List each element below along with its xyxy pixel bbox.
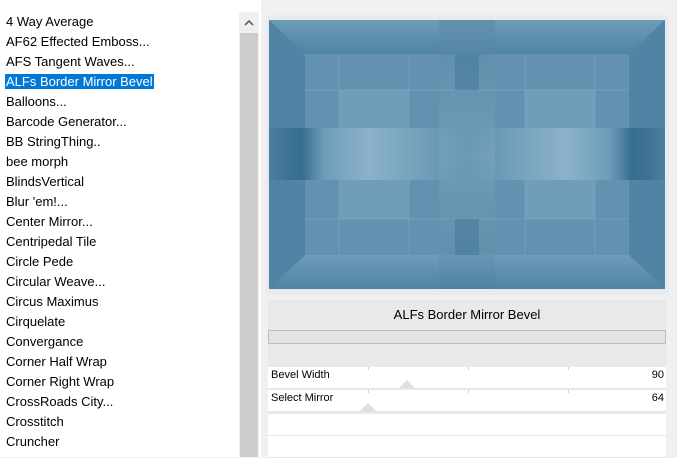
filter-list-item-label: bee morph <box>6 154 69 169</box>
filter-list-item[interactable]: Corner Right Wrap <box>0 372 238 392</box>
filter-list-item-label: Convergance <box>6 334 84 349</box>
filter-list-items: 4 Way Average AF62 Effected Emboss... AFS … <box>0 12 238 452</box>
filter-list-item-label: Crosstitch <box>6 414 64 429</box>
filter-list-item[interactable]: 4 Way Average <box>0 12 238 32</box>
slider-tick <box>468 367 469 370</box>
filter-list-item-label: BlindsVertical <box>6 174 85 189</box>
filter-list-item[interactable]: AF62 Effected Emboss... <box>0 32 238 52</box>
filter-list-item-label: Balloons... <box>6 94 67 109</box>
filter-list-item[interactable]: Convergance <box>0 332 238 352</box>
slider-track <box>268 411 666 412</box>
filter-list-item[interactable]: Circle Pede <box>0 252 238 272</box>
filter-settings-panel: ALFs Border Mirror Bevel Bevel Width 90 … <box>268 300 666 458</box>
list-scrollbar[interactable] <box>239 12 259 457</box>
filter-list-item[interactable]: Center Mirror... <box>0 212 238 232</box>
empty-row <box>268 436 666 458</box>
filter-list-item[interactable]: Corner Half Wrap <box>0 352 238 372</box>
filter-list-item-label: Circus Maximus <box>6 294 99 309</box>
filter-list-item[interactable]: BlindsVertical <box>0 172 238 192</box>
filter-list-item-label: Corner Right Wrap <box>6 374 115 389</box>
preview-frame <box>266 15 669 295</box>
filter-list-item[interactable]: AFS Tangent Waves... <box>0 52 238 72</box>
filter-list-item-label: Centripedal Tile <box>6 234 97 249</box>
filter-preview-image <box>269 20 665 289</box>
filter-list-item[interactable]: Barcode Generator... <box>0 112 238 132</box>
filter-list-item[interactable]: Balloons... <box>0 92 238 112</box>
empty-row <box>268 414 666 436</box>
slider-value: 64 <box>651 392 664 404</box>
filter-list-item[interactable]: Cirquelate <box>0 312 238 332</box>
filter-list-item[interactable]: bee morph <box>0 152 238 172</box>
filter-list-item[interactable]: Centripedal Tile <box>0 232 238 252</box>
slider-tick <box>368 390 369 393</box>
slider-label: Bevel Width <box>271 369 330 381</box>
slider-tick <box>468 390 469 393</box>
scroll-up-button[interactable] <box>239 12 259 32</box>
filter-list-item[interactable]: Circus Maximus <box>0 292 238 312</box>
filter-list-item-label: ALFs Border Mirror Bevel <box>5 74 154 89</box>
filter-title: ALFs Border Mirror Bevel <box>393 307 541 322</box>
slider-tick <box>368 367 369 370</box>
filter-list-item-label: CrossRoads City... <box>6 394 114 409</box>
filter-list-item-label: Blur 'em!... <box>6 194 68 209</box>
filter-list-item[interactable]: Cruncher <box>0 432 238 452</box>
filter-list-item[interactable]: BB StringThing.. <box>0 132 238 152</box>
filter-list-item[interactable]: CrossRoads City... <box>0 392 238 412</box>
scroll-thumb[interactable] <box>240 33 258 457</box>
slider-value: 90 <box>651 369 664 381</box>
filter-list-item-label: AFS Tangent Waves... <box>6 54 135 69</box>
select-mirror-slider[interactable]: Select Mirror 64 <box>268 390 666 412</box>
chevron-up-icon <box>244 19 254 26</box>
filter-list-item[interactable]: Crosstitch <box>0 412 238 432</box>
filter-list-item-label: Cruncher <box>6 434 60 449</box>
filter-list-item-label: AF62 Effected Emboss... <box>6 34 150 49</box>
filter-list-item-label: Cirquelate <box>6 314 66 329</box>
filter-list-item-label: Circle Pede <box>6 254 74 269</box>
filter-list-item-label: 4 Way Average <box>6 14 94 29</box>
slider-label: Select Mirror <box>271 392 334 404</box>
filter-list-item-label: Barcode Generator... <box>6 114 127 129</box>
slider-tick <box>568 367 569 370</box>
filter-list-item[interactable]: Circular Weave... <box>0 272 238 292</box>
filter-list-item-label: Circular Weave... <box>6 274 106 289</box>
progress-bar <box>268 330 666 344</box>
filter-list-item-label: Corner Half Wrap <box>6 354 107 369</box>
filter-list-item-label: BB StringThing.. <box>6 134 101 149</box>
empty-slider-rows <box>268 414 666 458</box>
filter-list-item[interactable]: Blur 'em!... <box>0 192 238 212</box>
slider-track <box>268 388 666 389</box>
bevel-width-slider[interactable]: Bevel Width 90 <box>268 367 666 389</box>
filter-list-item-label: Center Mirror... <box>6 214 93 229</box>
filter-list[interactable]: 4 Way Average AF62 Effected Emboss... AFS … <box>0 0 261 457</box>
filter-list-item[interactable]: ALFs Border Mirror Bevel <box>0 72 238 92</box>
slider-tick <box>568 390 569 393</box>
